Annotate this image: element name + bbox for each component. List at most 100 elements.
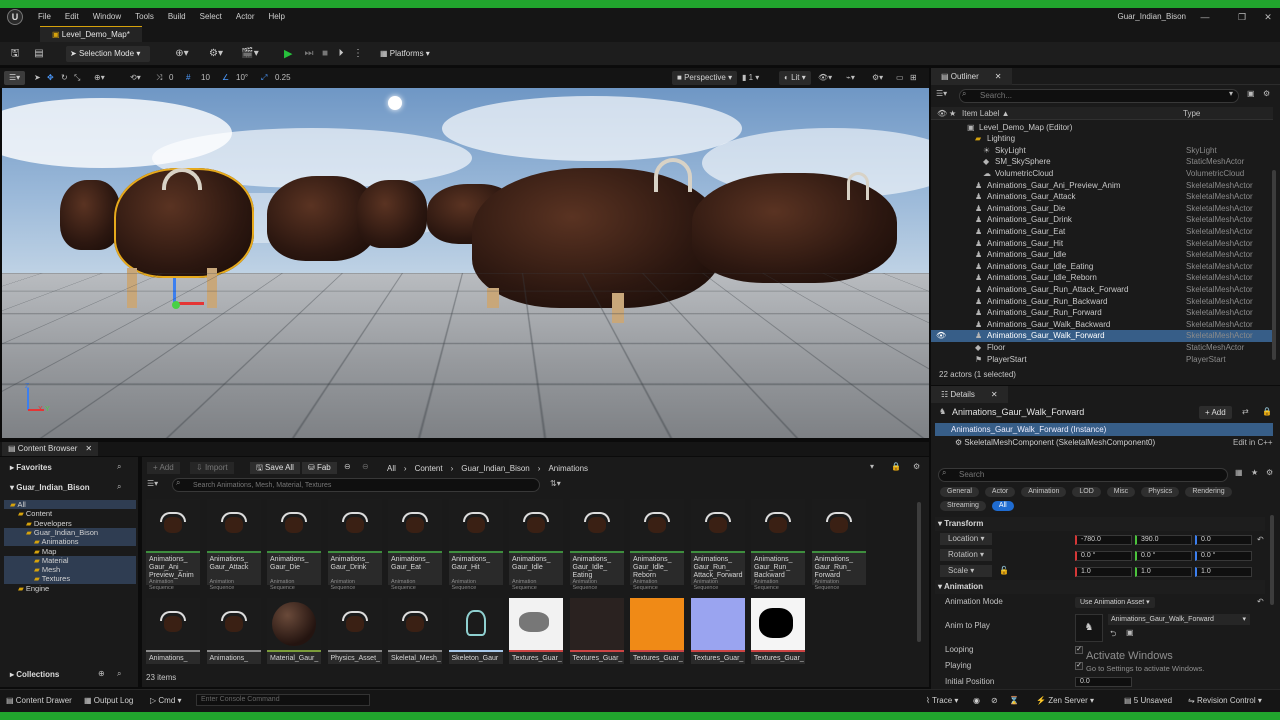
- grid-layout-icon[interactable]: ⊞: [910, 71, 917, 85]
- rotate-icon[interactable]: ↻: [61, 71, 68, 85]
- collections-section[interactable]: ▸ Collections: [10, 670, 59, 679]
- folder-item[interactable]: ▰ Material: [4, 555, 136, 566]
- asset-search-input[interactable]: Search Animations, Mesh, Material, Textu…: [172, 478, 540, 492]
- outliner-row[interactable]: ♟ Animations_Gaur_Run_Attack_Forward Skele…: [931, 284, 1273, 296]
- asset-tile[interactable]: Animations_ Gaur_Idle Animation Sequence: [509, 499, 563, 591]
- rotation-dropdown[interactable]: Rotation ▾: [940, 549, 992, 561]
- save-icon[interactable]: 🖫: [7, 46, 23, 62]
- animation-mode-dropdown[interactable]: Use Animation Asset ▾: [1075, 597, 1155, 608]
- menu-edit[interactable]: Edit: [59, 8, 85, 26]
- asset-tile[interactable]: Animations_ Gaur_Idle_ Eating Animation S…: [569, 499, 624, 591]
- chevron-down-icon[interactable]: ▾: [870, 462, 874, 471]
- close-tab-icon[interactable]: ✕: [85, 444, 92, 453]
- asset-tile[interactable]: Textures_Guar_: [751, 598, 805, 664]
- outliner-row[interactable]: ⚑ PlayerStart PlayerStart: [931, 354, 1273, 366]
- viewport-options-icon[interactable]: ☰▾: [4, 71, 26, 85]
- outliner-row[interactable]: ♟ Animations_Gaur_Idle_Eating SkeletalMesh…: [931, 261, 1273, 273]
- folder-item[interactable]: ▰ Mesh: [4, 565, 136, 575]
- minimize-icon[interactable]: —: [1194, 8, 1216, 26]
- cmd-dropdown[interactable]: ▷ Cmd ▾: [150, 694, 182, 707]
- launch-icon[interactable]: ⏵: [333, 46, 349, 62]
- trace-dropdown[interactable]: ⌇ Trace ▾: [926, 694, 958, 707]
- asset-tile[interactable]: Animations_ Gaur_Hit Animation Sequence: [448, 499, 503, 591]
- scale-snap-value[interactable]: 0.25: [275, 71, 291, 85]
- location-x-field[interactable]: -780.0: [1075, 535, 1132, 545]
- initial-position-field[interactable]: 0.0: [1075, 677, 1132, 687]
- gizmo-y-axis[interactable]: [172, 301, 180, 309]
- asset-tile[interactable]: Physics_Asset_: [327, 598, 382, 664]
- hourglass-icon[interactable]: ⌛: [1009, 694, 1019, 707]
- grid-snap-icon[interactable]: #: [186, 71, 190, 85]
- project-section[interactable]: ▾ Guar_Indian_Bison: [10, 483, 90, 492]
- content-drawer-button[interactable]: ▤ Content Drawer: [6, 694, 72, 707]
- close-icon[interactable]: ✕: [1257, 8, 1279, 26]
- unsaved-button[interactable]: ▤ 5 Unsaved: [1124, 694, 1172, 707]
- world-icon[interactable]: ⊕▾: [94, 71, 105, 85]
- menu-file[interactable]: File: [32, 8, 57, 26]
- folder-item[interactable]: ▰ Developers: [4, 519, 136, 528]
- bison-actor[interactable]: [60, 180, 120, 250]
- outliner-row[interactable]: ♟ Animations_Gaur_Drink SkeletalMeshActor: [931, 214, 1273, 226]
- asset-tile[interactable]: Skeletal_Mesh_: [388, 598, 442, 664]
- close-tab-icon[interactable]: ✕: [991, 390, 998, 399]
- lock-icon[interactable]: 🔓: [999, 566, 1009, 575]
- favorites-icon[interactable]: ★: [1251, 468, 1258, 477]
- level-tab[interactable]: ▣ Level_Demo_Map*: [40, 26, 142, 42]
- asset-tile[interactable]: Animations_ Gaur_Idle_ Reborn Animation S…: [630, 499, 684, 591]
- anim-thumbnail[interactable]: ♞: [1075, 614, 1103, 642]
- location-z-field[interactable]: 0.0: [1195, 535, 1252, 545]
- folder-item[interactable]: ▰ Guar_Indian_Bison: [4, 527, 136, 538]
- content-browser-tab[interactable]: ▤ Content Browser ✕: [2, 442, 99, 456]
- performance-icon[interactable]: ⌁▾: [846, 71, 855, 85]
- location-dropdown[interactable]: Location ▾: [940, 533, 992, 545]
- layout-icon[interactable]: ▭: [896, 71, 904, 85]
- menu-select[interactable]: Select: [194, 8, 228, 26]
- menu-tools[interactable]: Tools: [129, 8, 160, 26]
- restore-icon[interactable]: ❐: [1231, 8, 1253, 26]
- filter-animation[interactable]: Animation: [1021, 487, 1067, 497]
- asset-tile[interactable]: Textures_Guar_: [569, 598, 624, 664]
- selection-mode-button[interactable]: ➤ Selection Mode ▾: [66, 46, 150, 62]
- add-collection-icon[interactable]: ⊕: [98, 669, 105, 678]
- menu-build[interactable]: Build: [162, 8, 192, 26]
- details-scrollbar[interactable]: [1270, 515, 1274, 605]
- outliner-tab[interactable]: ▤ Outliner ✕: [931, 67, 1012, 85]
- add-actor-icon[interactable]: ⊕▾: [170, 46, 194, 62]
- asset-tile[interactable]: Animations_ Gaur_Eat Animation Sequence: [388, 499, 442, 591]
- filter-physics[interactable]: Physics: [1141, 487, 1180, 497]
- outliner-row[interactable]: ♟ Animations_Gaur_Run_Forward SkeletalMesh…: [931, 307, 1273, 319]
- skip-icon[interactable]: ⏭: [301, 46, 317, 62]
- chevron-down-icon[interactable]: ▾: [1229, 89, 1233, 98]
- record-icon[interactable]: ◉: [973, 694, 980, 707]
- scale-snap-icon[interactable]: ⤢: [261, 71, 267, 85]
- outliner-search-input[interactable]: Search...: [959, 89, 1239, 103]
- type-column[interactable]: Type: [1183, 109, 1200, 118]
- outliner-row[interactable]: 👁 ♟ Animations_Gaur_Walk_Forward SkeletalMe…: [931, 330, 1273, 342]
- scale-icon[interactable]: ⤡: [74, 71, 80, 85]
- instance-row[interactable]: Animations_Gaur_Walk_Forward (Instance): [935, 423, 1273, 436]
- menu-actor[interactable]: Actor: [230, 8, 261, 26]
- grid-snap-value[interactable]: 10: [201, 71, 210, 85]
- lock-icon[interactable]: 🔒: [891, 462, 901, 471]
- snap-value[interactable]: 0: [169, 71, 173, 85]
- output-log-button[interactable]: ▦ Output Log: [84, 694, 133, 707]
- settings-icon[interactable]: ⚙▾: [872, 71, 883, 85]
- content-icon[interactable]: ▤: [31, 46, 47, 62]
- close-tab-icon[interactable]: ✕: [995, 72, 1002, 81]
- edit-in-cpp-link[interactable]: Edit in C++: [1233, 438, 1273, 447]
- scale-x-field[interactable]: 1.0: [1075, 567, 1132, 577]
- asset-grid-scrollbar[interactable]: [917, 502, 921, 642]
- menu-window[interactable]: Window: [87, 8, 127, 26]
- outliner-row[interactable]: ♟ Animations_Gaur_Idle SkeletalMeshActor: [931, 249, 1273, 261]
- stop-icon[interactable]: ■: [317, 46, 333, 62]
- anim-to-play-dropdown[interactable]: Animations_Gaur_Walk_Forward ▾: [1108, 614, 1250, 625]
- filter-icon[interactable]: ☰▾: [147, 479, 158, 488]
- visibility-icon[interactable]: 👁: [937, 109, 947, 118]
- folder-item[interactable]: ▰ Textures: [4, 574, 136, 584]
- unreal-logo-icon[interactable]: U: [7, 9, 23, 25]
- cinematics-icon[interactable]: 🎬▾: [238, 46, 262, 62]
- outliner-row[interactable]: ▣ Level_Demo_Map (Editor): [931, 122, 1273, 134]
- scale-z-field[interactable]: 1.0: [1195, 567, 1252, 577]
- asset-tile[interactable]: Textures_Guar_: [690, 598, 745, 664]
- looping-checkbox[interactable]: ✓: [1075, 646, 1083, 654]
